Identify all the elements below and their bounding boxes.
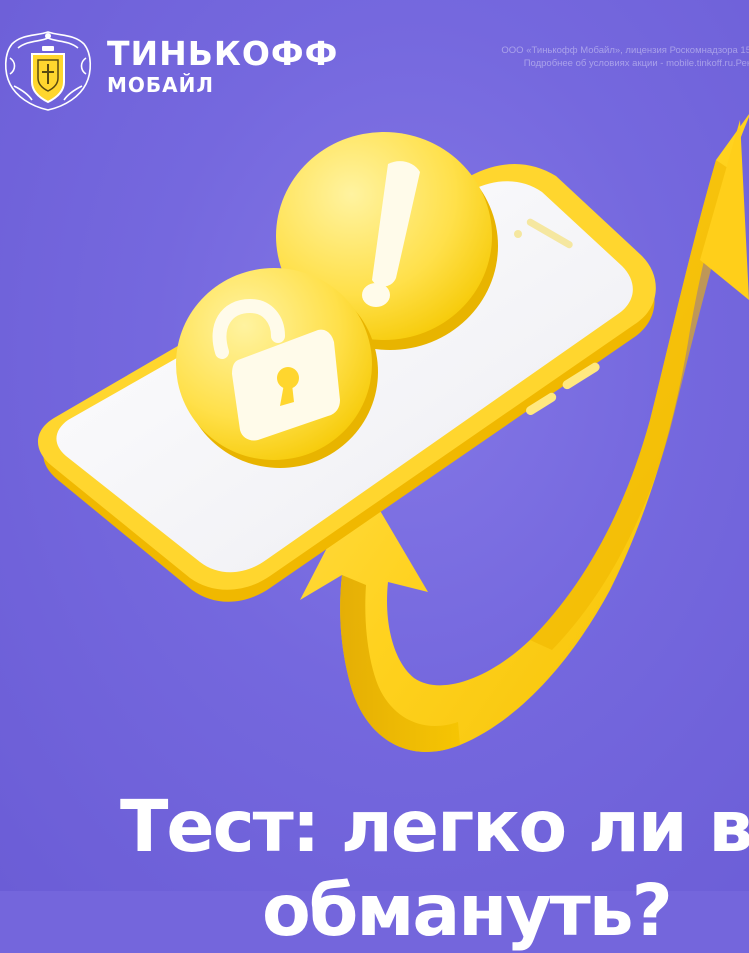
headline: Тест: легко ли ва обмануть? (0, 785, 749, 953)
illustration (37, 114, 749, 752)
headline-line-1: Тест: легко ли ва (120, 785, 749, 868)
headline-line-2: обмануть? (262, 869, 673, 952)
